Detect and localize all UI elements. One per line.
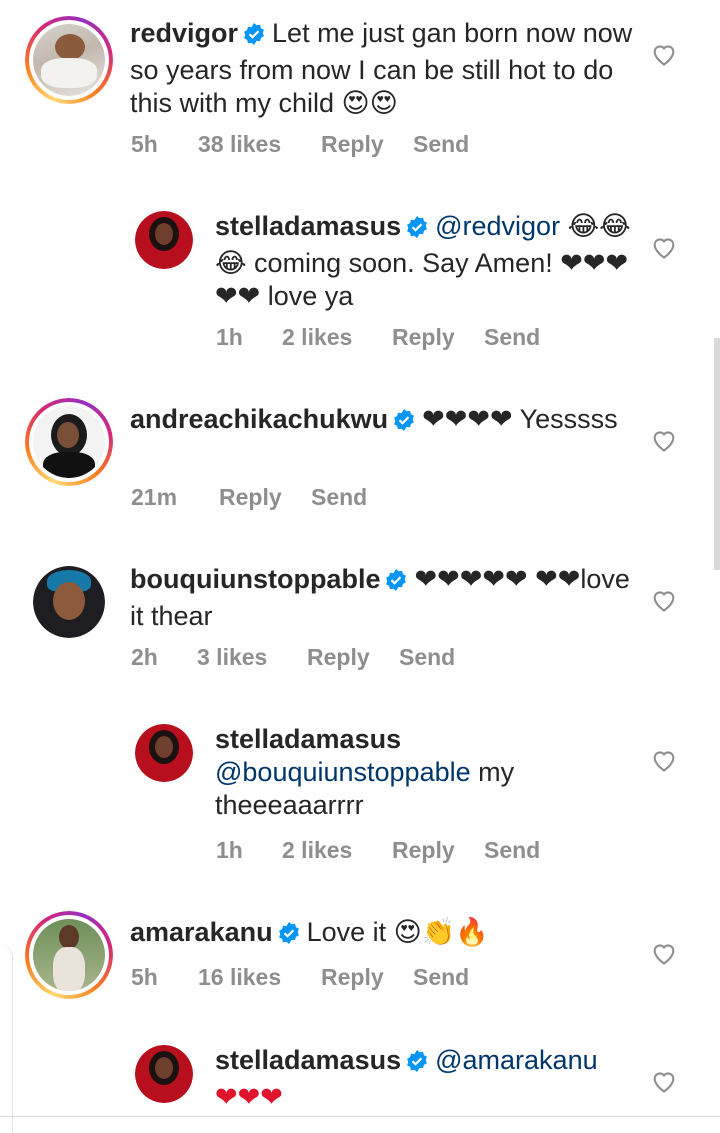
avatar[interactable] <box>25 16 113 104</box>
reply-button[interactable]: Reply <box>392 837 484 864</box>
comment-time: 5h <box>131 131 158 157</box>
comment-time: 1h <box>216 837 243 863</box>
mention-link[interactable]: @bouquiunstoppable <box>215 757 471 787</box>
comment-time: 5h <box>131 964 158 990</box>
reply-button[interactable]: Reply <box>219 484 311 511</box>
like-heart-icon[interactable] <box>650 40 678 68</box>
divider <box>0 1116 720 1117</box>
send-button[interactable]: Send <box>413 131 469 158</box>
send-button[interactable]: Send <box>413 964 469 991</box>
comment-likes[interactable]: 2 likes <box>282 324 392 351</box>
comment-time: 1h <box>216 324 243 350</box>
comment-username[interactable]: bouquiunstoppable <box>130 564 380 594</box>
verified-badge-icon <box>405 214 429 247</box>
comment-likes[interactable]: 16 likes <box>198 964 321 991</box>
comment-text: Love it 😍👏🔥 <box>306 917 490 947</box>
like-heart-icon[interactable] <box>650 1067 678 1095</box>
send-button[interactable]: Send <box>484 324 540 351</box>
like-heart-icon[interactable] <box>650 426 678 454</box>
like-heart-icon[interactable] <box>650 233 678 261</box>
comment-username[interactable]: stelladamasus <box>215 1045 401 1075</box>
avatar[interactable] <box>135 724 193 782</box>
verified-badge-icon <box>242 21 266 54</box>
verified-badge-icon <box>392 407 416 440</box>
like-heart-icon[interactable] <box>650 746 678 774</box>
comment-username[interactable]: stelladamasus <box>215 211 401 241</box>
reply-button[interactable]: Reply <box>307 644 399 671</box>
verified-badge-icon <box>405 1048 429 1081</box>
mention-link[interactable]: @amarakanu <box>435 1045 598 1075</box>
comment-likes[interactable]: 2 likes <box>282 837 392 864</box>
avatar[interactable] <box>25 398 113 486</box>
comment-username[interactable]: andreachikachukwu <box>130 404 388 434</box>
comment-likes[interactable]: 3 likes <box>197 644 307 671</box>
avatar[interactable] <box>33 566 105 638</box>
avatar[interactable] <box>135 211 193 269</box>
send-button[interactable]: Send <box>484 837 540 864</box>
send-button[interactable]: Send <box>311 484 367 511</box>
comment-likes[interactable]: 38 likes <box>198 131 321 158</box>
comment-username[interactable]: amarakanu <box>130 917 273 947</box>
comment-username[interactable]: redvigor <box>130 18 238 48</box>
verified-badge-icon <box>277 920 301 953</box>
comment-text: ❤❤❤❤ Yesssss <box>422 404 618 434</box>
scrollbar[interactable] <box>714 338 720 570</box>
verified-badge-icon <box>384 567 408 600</box>
avatar[interactable] <box>135 1045 193 1103</box>
avatar[interactable] <box>25 911 113 999</box>
like-heart-icon[interactable] <box>650 939 678 967</box>
reply-button[interactable]: Reply <box>321 131 413 158</box>
panel-edge <box>0 945 13 1133</box>
comment-time: 2h <box>131 644 158 670</box>
mention-link[interactable]: @redvigor <box>435 211 560 241</box>
comment-text: ❤❤❤ <box>215 1082 283 1113</box>
like-heart-icon[interactable] <box>650 586 678 614</box>
comment-time: 21m <box>131 484 178 510</box>
send-button[interactable]: Send <box>399 644 455 671</box>
reply-button[interactable]: Reply <box>392 324 484 351</box>
reply-button[interactable]: Reply <box>321 964 413 991</box>
comment-username[interactable]: stelladamasus <box>215 724 401 754</box>
